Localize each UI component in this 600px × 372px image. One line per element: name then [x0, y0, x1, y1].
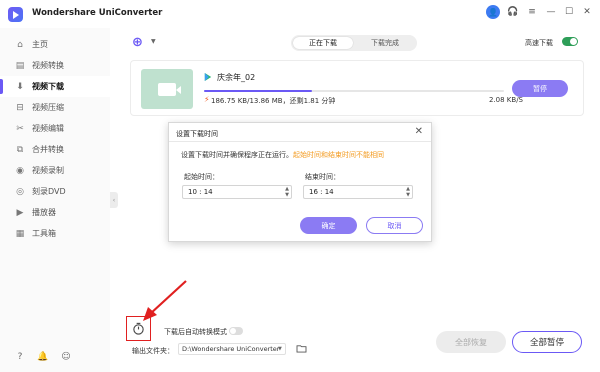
support-icon[interactable]: 🎧: [506, 5, 520, 19]
sidebar-item-label: 视频录制: [32, 166, 64, 175]
feedback-icon[interactable]: ☺: [60, 351, 72, 363]
sidebar-item-download[interactable]: ⬇ 视频下载: [0, 76, 110, 97]
account-icon[interactable]: 👤: [486, 5, 500, 19]
download-title: 庆余年_02: [217, 73, 256, 82]
toolbox-icon: ▦: [15, 228, 25, 239]
download-stats: 186.75 KB/13.86 MB，还剩1.81 分钟: [211, 97, 336, 105]
add-download-icon[interactable]: ⊕: [132, 36, 148, 50]
high-speed-toggle[interactable]: [562, 37, 578, 46]
maximize-icon[interactable]: ☐: [562, 5, 576, 19]
lightning-icon: ⚡: [204, 95, 210, 104]
download-progress-fill: [204, 90, 312, 92]
chevron-down-icon[interactable]: ▼: [151, 38, 156, 45]
pause-button[interactable]: 暂停: [512, 80, 568, 97]
sidebar-item-label: 视频编辑: [32, 124, 64, 133]
sidebar-collapse-handle[interactable]: ‹: [110, 192, 118, 208]
start-time-input[interactable]: 10 : 14 ▲ ▼: [182, 185, 292, 199]
start-time-value: 10 : 14: [188, 188, 213, 196]
dialog-divider: [169, 141, 431, 142]
dialog-title: 设置下载时间: [176, 130, 218, 138]
video-camera-icon: [158, 82, 181, 96]
sidebar-item-merge[interactable]: ⧉ 合并转换: [0, 139, 110, 160]
resume-all-button[interactable]: 全部恢复: [436, 331, 506, 353]
download-item: 庆余年_02 ⚡ 186.75 KB/13.86 MB，还剩1.81 分钟 2.…: [130, 60, 584, 116]
dialog-message: 设置下载时间并确保程序正在运行。起始时间和结束时间不能相同: [181, 150, 384, 160]
chevron-down-icon[interactable]: ▼: [278, 346, 282, 352]
download-progress-bar: [204, 90, 504, 92]
dialog-warning-text: 起始时间和结束时间不能相同: [293, 151, 384, 159]
schedule-download-dialog: 设置下载时间 ✕ 设置下载时间并确保程序正在运行。起始时间和结束时间不能相同 起…: [168, 122, 432, 242]
sidebar-item-label: 刻录DVD: [32, 187, 66, 196]
video-thumbnail: [141, 69, 193, 109]
confirm-button[interactable]: 确定: [300, 217, 357, 234]
app-title: Wondershare UniConverter: [32, 8, 163, 18]
end-time-value: 16 : 14: [309, 188, 334, 196]
minimize-icon[interactable]: —: [544, 5, 558, 19]
play-store-icon: [204, 73, 212, 81]
auto-convert-toggle[interactable]: [229, 327, 243, 335]
home-icon: ⌂: [17, 39, 23, 50]
sidebar-item-label: 工具箱: [32, 229, 56, 238]
title-bar: Wondershare UniConverter 👤 🎧 ≡ — ☐ ✕: [0, 0, 600, 28]
sidebar-item-label: 视频压缩: [32, 103, 64, 112]
sidebar-item-record[interactable]: ◉ 视频录制: [0, 160, 110, 181]
sidebar-item-home[interactable]: ⌂ 主页: [0, 34, 110, 55]
sidebar-item-player[interactable]: ▶ 播放器: [0, 202, 110, 223]
tab-finished[interactable]: 下载完成: [355, 37, 415, 49]
output-folder-label: 输出文件夹：: [132, 347, 174, 355]
high-speed-label: 高速下载: [525, 39, 553, 47]
sidebar-item-label: 播放器: [32, 208, 56, 217]
sidebar-item-dvd[interactable]: ◎ 刻录DVD: [0, 181, 110, 202]
bell-icon[interactable]: 🔔: [37, 351, 49, 363]
auto-convert-label: 下载后自动转换模式: [164, 328, 227, 336]
start-time-stepper[interactable]: ▲ ▼: [285, 186, 289, 198]
end-time-stepper[interactable]: ▲ ▼: [406, 186, 410, 198]
menu-icon[interactable]: ≡: [525, 5, 539, 19]
close-icon[interactable]: ✕: [580, 5, 594, 19]
help-icon[interactable]: ?: [14, 351, 26, 363]
sidebar-item-label: 视频下载: [32, 82, 64, 91]
sidebar-item-compress[interactable]: ⊟ 视频压缩: [0, 97, 110, 118]
schedule-timer-icon[interactable]: [132, 322, 145, 335]
output-folder-select[interactable]: D:\Wondershare UniConverter: [178, 343, 286, 355]
edit-icon: ✂: [16, 123, 24, 134]
start-time-label: 起始时间：: [184, 173, 219, 181]
download-tabs: 正在下载 下载完成: [291, 35, 417, 51]
app-logo-icon: [8, 7, 23, 22]
dvd-icon: ◎: [16, 186, 24, 197]
convert-icon: ▤: [15, 60, 25, 71]
merge-icon: ⧉: [16, 144, 24, 155]
sidebar-item-edit[interactable]: ✂ 视频编辑: [0, 118, 110, 139]
sidebar-item-label: 视频转换: [32, 61, 64, 70]
player-icon: ▶: [16, 207, 24, 218]
download-icon: ⬇: [16, 81, 24, 92]
end-time-label: 结束时间：: [305, 173, 340, 181]
dialog-message-text: 设置下载时间并确保程序正在运行。: [181, 151, 293, 159]
pause-all-button[interactable]: 全部暂停: [512, 331, 582, 353]
end-time-input[interactable]: 16 : 14 ▲ ▼: [303, 185, 413, 199]
download-speed: 2.08 KB/S: [489, 96, 524, 104]
sidebar-item-toolbox[interactable]: ▦ 工具箱: [0, 223, 110, 244]
sidebar-item-label: 合并转换: [32, 145, 64, 154]
compress-icon: ⊟: [16, 102, 24, 113]
folder-icon[interactable]: [296, 344, 307, 353]
sidebar-item-label: 主页: [32, 40, 48, 49]
cancel-button[interactable]: 取消: [366, 217, 423, 234]
sidebar-item-convert[interactable]: ▤ 视频转换: [0, 55, 110, 76]
tab-downloading[interactable]: 正在下载: [293, 37, 353, 49]
dialog-close-icon[interactable]: ✕: [415, 126, 423, 137]
record-icon: ◉: [16, 165, 24, 176]
sidebar: ⌂ 主页 ▤ 视频转换 ⬇ 视频下载 ⊟ 视频压缩 ✂ 视频编辑 ⧉ 合并转换 …: [0, 28, 110, 372]
